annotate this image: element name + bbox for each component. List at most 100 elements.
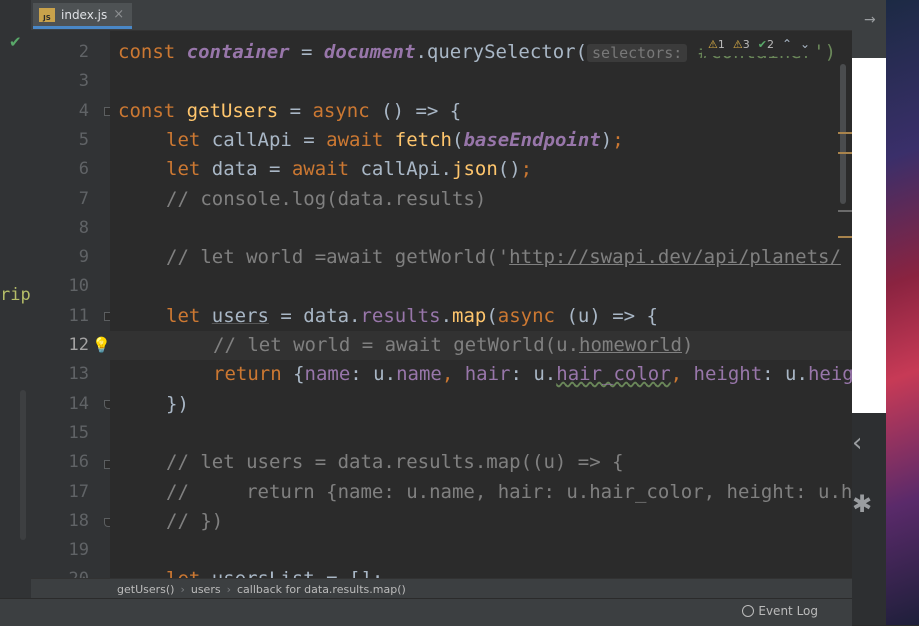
keyword: await [326,128,395,151]
line-number: 18 [68,510,89,531]
property: results [360,304,441,327]
code-line: // return {name: u.name, hair: u.hair_co… [110,478,852,507]
code-text: let callApi = await fetch(baseEndpoint); [166,126,624,155]
code-text: let users = data.results.map(async (u) =… [166,302,658,331]
code-rest: usersList = []; [212,568,384,578]
arrow-right-icon[interactable]: → [864,12,876,28]
keyword: async [497,304,555,327]
keyword: async [312,99,370,122]
variable: document [323,41,416,63]
line-number: 3 [78,71,89,92]
line-number-current: 12 [68,335,89,355]
warning-marker[interactable] [838,152,852,154]
line-number: 20 [31,565,89,578]
dot: . [440,304,453,327]
tab-index-js[interactable]: JS index.js × [33,3,133,29]
variable: container [186,41,290,63]
gear-icon[interactable]: ✱ [852,490,872,518]
brace: { [281,363,305,386]
breadcrumb-item[interactable]: getUsers() [31,583,180,596]
side-scrollbar[interactable] [20,390,26,540]
code-text: return {name: u.name, hair: u.hair_color… [213,360,852,389]
line-number: 10 [68,276,89,297]
keyword: let [166,128,212,151]
line-number: 19 [68,540,89,561]
error-stripe[interactable] [834,56,852,576]
code-line: // let users = data.results.map((u) => { [110,448,852,477]
comment: // let world =await getWorld(' [166,246,510,269]
event-log-icon [742,605,755,617]
close-icon[interactable]: × [113,7,124,22]
paren: () [497,158,521,181]
comma: , [441,363,465,386]
event-log-button[interactable]: Event Log [742,604,818,618]
comment: // let world = await getWorld(u. [213,334,580,356]
javascript-file-icon: JS [39,7,55,22]
function-name: fetch [394,128,452,151]
breadcrumb-item[interactable]: users [185,583,227,596]
warning-marker[interactable] [838,210,852,212]
scrollbar-thumb[interactable] [840,64,846,204]
code-line: const getUsers = async () => { [110,97,852,126]
comment: // console.log(data.results) [166,187,487,210]
comment-link[interactable]: http://swapi.dev/api/planets/ [509,246,841,268]
keyword: let [166,158,212,181]
warning-icon: ⚠ [732,37,743,51]
code-rest: : u. [510,363,557,386]
semicolon: ; [520,158,533,181]
comment-underlined: homeworld [579,334,682,356]
next-problem-icon[interactable]: ⌄ [800,37,810,51]
typo-group[interactable]: ✔2 [758,38,774,51]
method-call: .querySelector( [415,41,588,63]
desktop-wallpaper [886,0,919,625]
code-line: let data = await callApi.json(); [110,155,852,184]
line-number: 8 [78,217,89,238]
keyword: let [166,304,212,327]
breadcrumb: getUsers() › users › callback for data.r… [31,578,852,599]
comma: , [670,363,694,386]
warning-marker[interactable] [838,132,852,134]
current-code-line: // let world = await getWorld(u.homeworl… [110,331,852,361]
lightbulb-icon[interactable]: 💡 [92,336,111,354]
editor-tab-bar: JS index.js × [31,0,852,31]
typo-count: 2 [766,37,774,51]
code-line: return {name: u.name, hair: u.hair_color… [110,360,852,389]
identifier: callApi. [360,158,452,181]
property: hair [464,363,511,386]
warning-count: 1 [717,37,725,51]
property: height [693,363,763,386]
weak-warning-group[interactable]: ⚠3 [733,38,750,51]
operator: = [278,99,313,122]
identifier: users [211,304,269,327]
previous-problem-icon[interactable]: ⌃ [782,37,792,51]
code-rest: (u) => { [555,304,658,327]
function-name: json [452,158,498,181]
line-number-gutter: 2 3 4 5 6 7 8 9 10 11 12 13 14 15 16 17 … [31,30,110,578]
keyword: const [118,41,187,63]
paren: ( [486,304,498,327]
line-number: 6 [78,159,89,180]
comment: // let users = data.results.map((u) => { [166,451,624,474]
warning-group[interactable]: ⚠1 [708,38,725,51]
breadcrumb-item[interactable]: callback for data.results.map() [231,583,412,596]
line-number: 11 [68,305,89,326]
property: name [396,363,442,386]
paren: ) [600,128,613,151]
code-rest: : u. [762,363,808,386]
property: name [304,363,351,386]
keyword: const [118,99,187,122]
chevron-left-icon[interactable]: ‹ [852,428,862,458]
warning-marker[interactable] [838,236,852,238]
line-number: 5 [78,129,89,150]
code-line: // let world =await getWorld('http://swa… [110,243,852,272]
adjacent-toolbar [852,0,886,58]
inspection-widget[interactable]: ⚠1 ⚠3 ✔2 ⌃ ⌄ [702,32,817,56]
line-number: 14 [68,393,89,414]
code-line: let usersList = []; [110,565,852,578]
code-editor[interactable]: const container = document.querySelector… [110,30,852,578]
code-line: let callApi = await fetch(baseEndpoint); [110,126,852,155]
identifier: data = [211,158,292,181]
code-text: }) [166,392,189,415]
code-text: // let world = await getWorld(u.homeworl… [213,331,693,360]
background-windows: → ‹ ✱ [852,0,919,625]
